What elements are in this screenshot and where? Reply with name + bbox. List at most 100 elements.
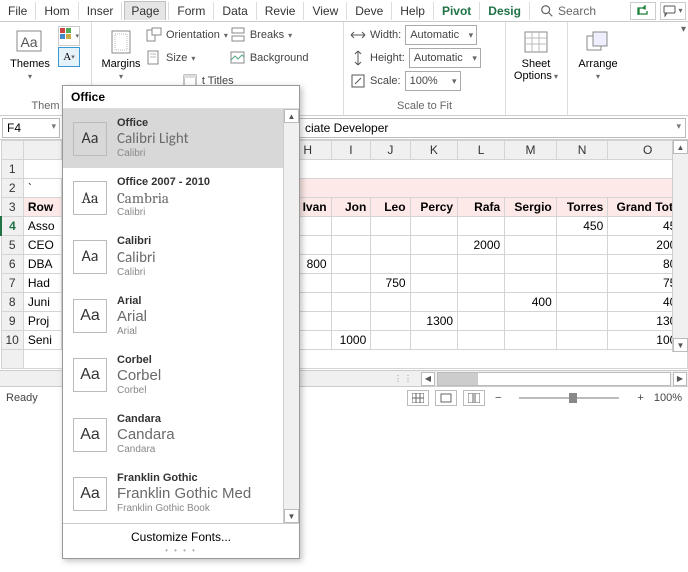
fonts-button[interactable]: A ▾ — [58, 47, 80, 67]
cell[interactable] — [458, 331, 505, 350]
zoom-slider[interactable] — [519, 397, 619, 399]
col-i[interactable]: I — [331, 141, 371, 160]
cell[interactable] — [505, 331, 557, 350]
select-all-corner[interactable] — [1, 141, 23, 160]
arrange-button[interactable]: Arrange▾ — [574, 24, 622, 82]
col-m[interactable]: M — [505, 141, 557, 160]
font-scheme-item[interactable]: AaCandaraCandaraCandara — [63, 405, 299, 464]
cell[interactable]: 400 — [505, 293, 557, 312]
height-combo[interactable]: Automatic — [409, 48, 481, 68]
row-2-header[interactable]: 2 — [1, 179, 23, 198]
themes-button[interactable]: Aa Themes▾ — [6, 24, 54, 82]
row-3-header[interactable]: 3 — [1, 198, 23, 217]
scale-combo[interactable]: 100% — [405, 71, 461, 91]
font-scheme-item[interactable]: AaCalibriCalibriCalibri — [63, 227, 299, 286]
zoom-value[interactable]: 100% — [654, 392, 682, 404]
cell[interactable]: 1000 — [331, 331, 371, 350]
cell[interactable] — [505, 236, 557, 255]
row-5-header[interactable]: 5 — [1, 236, 23, 255]
view-normal-button[interactable] — [407, 390, 429, 406]
menu-design[interactable]: Desig — [482, 2, 527, 20]
cell[interactable] — [505, 274, 557, 293]
menu-insert[interactable]: Inser — [81, 2, 120, 20]
zoom-knob[interactable] — [569, 393, 577, 403]
font-scheme-item[interactable]: AaFranklin GothicFranklin Gothic MedFran… — [63, 464, 299, 523]
pivot-row-label[interactable]: DBA — [23, 255, 61, 274]
menu-help[interactable]: Help — [394, 2, 431, 20]
cell[interactable] — [556, 236, 608, 255]
cell[interactable] — [410, 274, 458, 293]
cell[interactable] — [371, 293, 410, 312]
zoom-in-button[interactable]: + — [633, 392, 647, 404]
resize-grip[interactable]: • • • • — [63, 546, 299, 558]
cell[interactable] — [371, 255, 410, 274]
cell[interactable] — [505, 255, 557, 274]
scroll-right-button[interactable]: ▶ — [673, 372, 687, 386]
view-page-break-button[interactable] — [463, 390, 485, 406]
font-scheme-item[interactable]: AaOfficeCalibri LightCalibri — [63, 109, 299, 168]
cell[interactable] — [556, 331, 608, 350]
cell[interactable]: 2000 — [458, 236, 505, 255]
cell[interactable] — [410, 255, 458, 274]
cell[interactable]: 750 — [371, 274, 410, 293]
breaks-button[interactable]: Breaks▾ — [230, 24, 309, 46]
search-button[interactable]: Search — [540, 4, 596, 18]
scroll-left-button[interactable]: ◀ — [421, 372, 435, 386]
formula-bar[interactable]: ciate Developer — [298, 118, 686, 138]
menu-view[interactable]: View — [306, 2, 344, 20]
name-box[interactable]: F4 — [2, 118, 60, 138]
cell[interactable] — [331, 312, 371, 331]
menu-file[interactable]: File — [2, 2, 33, 20]
cell[interactable] — [505, 217, 557, 236]
cell[interactable] — [371, 312, 410, 331]
cell[interactable] — [505, 312, 557, 331]
menu-review[interactable]: Revie — [259, 2, 302, 20]
cell[interactable] — [458, 255, 505, 274]
cell[interactable] — [331, 274, 371, 293]
row-1-header[interactable]: 1 — [1, 160, 23, 179]
menu-developer[interactable]: Deve — [349, 2, 389, 20]
row-10-header[interactable]: 10 — [1, 331, 23, 350]
ribbon-collapse-button[interactable]: ▾ — [681, 24, 686, 35]
cell[interactable] — [556, 293, 608, 312]
cell[interactable] — [556, 312, 608, 331]
cell[interactable] — [458, 312, 505, 331]
horizontal-scrollbar[interactable] — [437, 372, 671, 386]
background-button[interactable]: Background — [230, 47, 309, 69]
row-7-header[interactable]: 7 — [1, 274, 23, 293]
share-button[interactable] — [630, 2, 656, 20]
font-scheme-item[interactable]: AaOffice 2007 - 2010CambriaCalibri — [63, 168, 299, 227]
size-button[interactable]: Size▾ — [146, 47, 228, 69]
col-l[interactable]: L — [458, 141, 505, 160]
zoom-out-button[interactable]: − — [491, 392, 505, 404]
row-8-header[interactable]: 8 — [1, 293, 23, 312]
view-page-layout-button[interactable] — [435, 390, 457, 406]
colors-button[interactable]: ▾ — [58, 26, 80, 46]
customize-fonts-button[interactable]: Customize Fonts... — [63, 523, 299, 546]
cell[interactable] — [556, 274, 608, 293]
scroll-down-button[interactable]: ▼ — [673, 338, 688, 352]
cell[interactable] — [371, 331, 410, 350]
pivot-row-label[interactable]: Seni — [23, 331, 61, 350]
row-blank-header[interactable] — [1, 350, 23, 369]
cell[interactable] — [458, 293, 505, 312]
width-combo[interactable]: Automatic — [405, 25, 477, 45]
cell[interactable] — [331, 293, 371, 312]
comments-button[interactable]: ▾ — [660, 2, 686, 20]
cell[interactable] — [331, 255, 371, 274]
cell[interactable] — [458, 217, 505, 236]
pivot-row-label[interactable]: Had — [23, 274, 61, 293]
fonts-dropdown-scrollbar[interactable]: ▲ ▼ — [283, 109, 299, 523]
cell[interactable] — [556, 255, 608, 274]
row-6-header[interactable]: 6 — [1, 255, 23, 274]
col-n[interactable]: N — [556, 141, 608, 160]
menu-home[interactable]: Hom — [38, 2, 75, 20]
menu-data[interactable]: Data — [216, 2, 253, 20]
menu-formulas[interactable]: Form — [171, 2, 211, 20]
pivot-row-label[interactable]: Juni — [23, 293, 61, 312]
menu-pivot[interactable]: Pivot — [436, 2, 477, 20]
cell[interactable] — [410, 293, 458, 312]
row-4-header[interactable]: 4 — [1, 217, 23, 236]
scroll-up-button[interactable]: ▲ — [673, 140, 688, 154]
cell[interactable] — [410, 236, 458, 255]
